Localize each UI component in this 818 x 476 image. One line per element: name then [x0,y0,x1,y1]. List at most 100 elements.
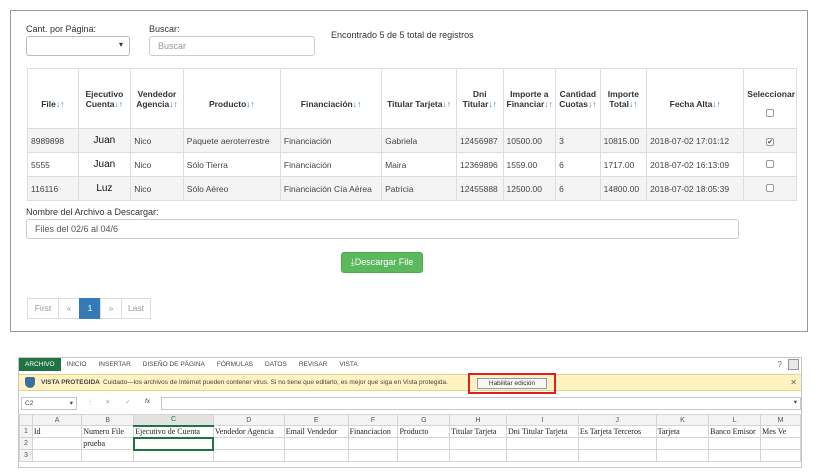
sheet-cell[interactable] [760,449,801,462]
col-header-producto[interactable]: Producto↓↑ [182,68,281,129]
check-icon[interactable]: ✓ [125,398,130,406]
sheet-cell[interactable] [577,449,657,462]
column-header[interactable]: M [760,414,801,426]
sheet-cell[interactable] [347,437,399,450]
sheet-cell[interactable] [212,437,285,450]
sheet-cell[interactable]: prueba [81,437,135,450]
per-page-select[interactable]: ▾ [26,36,130,56]
sheet-cell[interactable]: Financiacion [347,425,399,438]
col-header-vendedor[interactable]: Vendedor Agencia↓↑ [130,68,184,129]
pager-page-1[interactable]: 1 [79,298,101,319]
download-file-button[interactable]: ⤓Descargar File [341,252,423,273]
sheet-cell[interactable] [655,449,710,462]
sheet-cell[interactable]: Titular Tarjeta [449,425,508,438]
pager-first[interactable]: First [27,298,59,319]
sheet-cell[interactable]: Email Vendedor [283,425,349,438]
filename-input[interactable]: Files del 02/6 al 04/6 [26,219,739,239]
sheet-cell[interactable] [31,449,83,462]
tab-formulas[interactable]: FÓRMULAS [211,358,259,371]
row-header[interactable]: 2 [19,437,33,450]
tab-revisar[interactable]: REVISAR [293,358,334,371]
row-header[interactable]: 1 [19,425,33,438]
sheet-cell[interactable]: Dni Titular Tarjeta [506,425,579,438]
sheet-cell[interactable]: Ejecutivo de Cuenta [133,425,214,438]
cell-importe-financiar: 1559.00 [502,152,557,177]
sheet-cell[interactable]: Numero File [81,425,135,438]
sheet-cell[interactable] [283,437,349,450]
sheet-cell[interactable] [449,437,508,450]
sheet-cell[interactable] [655,437,710,450]
column-header[interactable]: C [133,414,214,427]
ribbon-tabs: ARCHIVO INICIO INSERTAR DISEÑO DE PÁGINA… [19,358,801,371]
column-header[interactable]: J [577,414,657,426]
tab-diseno[interactable]: DISEÑO DE PÁGINA [137,358,211,371]
column-header[interactable]: L [708,414,762,426]
column-header[interactable]: F [347,414,399,426]
column-header[interactable]: G [397,414,451,426]
column-header[interactable]: I [506,414,579,426]
col-header-file[interactable]: File↓↑ [27,68,79,129]
tab-inicio[interactable]: INICIO [61,358,93,371]
col-header-importe-financiar[interactable]: Importe a Financiar↓↑ [502,68,557,129]
sheet-cell[interactable] [31,437,83,450]
sheet-cell[interactable] [212,449,285,462]
tab-vista[interactable]: VISTA [333,358,363,371]
col-header-financiacion[interactable]: Financiación↓↑ [279,68,383,129]
fx-icon[interactable]: fx [145,398,150,405]
sheet-cell[interactable] [506,437,579,450]
sheet-cell[interactable] [283,449,349,462]
col-header-titular[interactable]: Titular Tarjeta↓↑ [381,68,457,129]
sheet-cell[interactable] [708,437,762,450]
avatar[interactable] [788,359,799,370]
sheet-cell[interactable] [397,437,451,450]
row-header[interactable]: 3 [19,449,33,462]
pager-last[interactable]: Last [121,298,151,319]
sheet-cell[interactable]: Es Tarjeta Terceros [577,425,657,438]
row-select-checkbox[interactable]: ✔ [766,137,775,146]
tab-insertar[interactable]: INSERTAR [93,358,137,371]
help-icon[interactable]: ? [778,360,782,369]
col-header-dni[interactable]: Dni Titular↓↑ [455,68,504,129]
sheet-cell[interactable]: Producto [397,425,451,438]
sheet-cell[interactable] [347,449,399,462]
cell-financiacion: Financiación Cía Aérea [279,176,383,201]
sheet-cell[interactable]: Id [31,425,83,438]
name-box[interactable]: C2 ▾ [21,397,77,410]
column-header[interactable]: D [212,414,285,426]
pager-prev[interactable]: « [58,298,80,319]
sheet-cell[interactable] [397,449,451,462]
sheet-cell[interactable] [760,437,801,450]
select-all-corner[interactable] [19,414,33,426]
sheet-cell[interactable] [506,449,579,462]
formula-input[interactable]: ▾ [161,397,801,410]
sheet-cell[interactable] [708,449,762,462]
col-header-cuotas[interactable]: Cantidad Cuotas↓↑ [555,68,601,129]
sheet-cell[interactable] [81,449,135,462]
sheet-cell[interactable] [133,449,214,462]
sheet-cell[interactable]: Mes Ve [760,425,801,438]
tab-datos[interactable]: DATOS [259,358,293,371]
enable-editing-button[interactable]: Habilitar edición [477,378,547,389]
sheet-cell[interactable] [132,436,215,451]
col-header-fecha[interactable]: Fecha Alta↓↑ [646,68,745,129]
sheet-cell[interactable] [577,437,657,450]
tab-archivo[interactable]: ARCHIVO [19,358,61,371]
sheet-cell[interactable]: Banco Emisor [708,425,762,438]
column-header[interactable]: A [31,414,83,426]
column-header[interactable]: B [81,414,135,426]
column-header[interactable]: H [449,414,508,426]
search-input[interactable]: Buscar [149,36,315,56]
row-select-checkbox[interactable] [766,159,775,168]
close-icon[interactable]: ✕ [790,378,797,387]
sheet-cell[interactable]: Vendedor Agencia [212,425,285,438]
row-select-checkbox[interactable] [766,183,775,192]
sheet-cell[interactable]: Tarjeta [655,425,710,438]
column-header[interactable]: K [655,414,710,426]
select-all-checkbox[interactable] [766,108,775,117]
sheet-cell[interactable] [449,449,508,462]
pager-next[interactable]: » [100,298,122,319]
col-header-importe-total[interactable]: Importe Total↓↑ [599,68,648,129]
column-header[interactable]: E [283,414,349,426]
col-header-ejecutivo[interactable]: Ejecutivo Cuenta↓↑ [77,68,132,129]
cancel-icon[interactable]: ✕ [105,398,110,406]
